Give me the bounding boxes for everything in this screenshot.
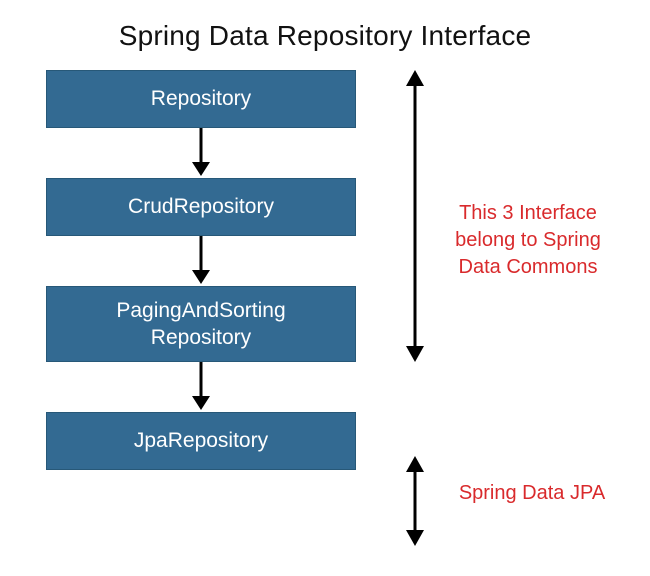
arrow-down-icon [186,362,216,412]
arrow-down-icon [186,128,216,178]
box-repository-label: Repository [151,85,251,112]
arrow-down-icon [186,236,216,286]
box-crudrepository: CrudRepository [46,178,356,236]
box-jparepository-label: JpaRepository [134,427,268,454]
box-pagingandsortingrepository: PagingAndSorting Repository [46,286,356,362]
double-arrow-jpa-icon [400,456,430,551]
box-crudrepository-label: CrudRepository [128,193,274,220]
annotation-commons: This 3 Interface belong to Spring Data C… [438,200,618,281]
box-repository: Repository [46,70,356,128]
double-arrow-commons-icon [400,70,430,367]
page-title: Spring Data Repository Interface [0,0,650,70]
diagram-container: Repository CrudRepository PagingAndSorti… [0,70,650,470]
hierarchy-column: Repository CrudRepository PagingAndSorti… [46,70,356,470]
box-jparepository: JpaRepository [46,412,356,470]
annotation-jpa: Spring Data JPA [442,480,622,507]
box-pagingandsortingrepository-label: PagingAndSorting Repository [116,297,285,352]
